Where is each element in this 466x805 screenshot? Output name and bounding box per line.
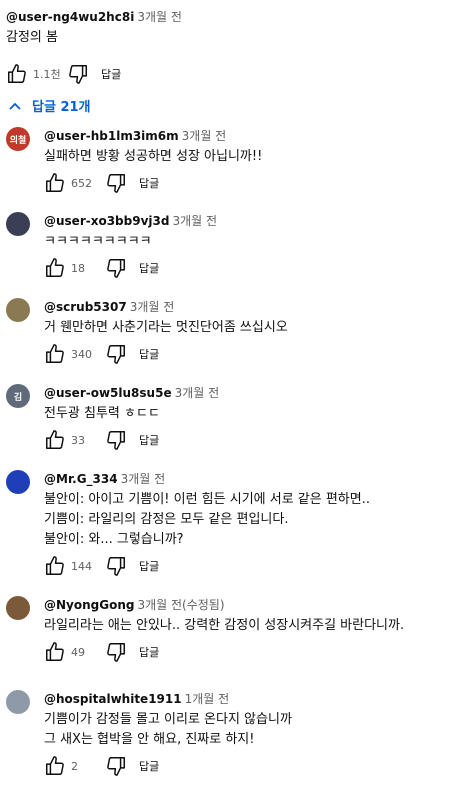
avatar[interactable] [6, 596, 30, 620]
reply-time[interactable]: 3개월 전 [130, 300, 175, 314]
thumbs-down-icon[interactable] [105, 257, 127, 279]
chevron-up-icon [9, 102, 21, 110]
reply-button[interactable]: 답글 [139, 558, 159, 574]
thumbs-up-icon[interactable] [44, 555, 66, 577]
thumbs-down-icon[interactable] [105, 343, 127, 365]
reply-text-line: 불안이: 와... 그렇습니까? [44, 532, 184, 547]
reply-time[interactable]: 3개월 전 [172, 214, 217, 228]
like-count: 49 [71, 645, 85, 659]
reply-text-line: 실패하면 방황 성공하면 성장 아닙니까!! [44, 149, 263, 164]
reply-text-line: 기쁨이가 감정들 몰고 이리로 온다지 않습니까 [44, 712, 292, 727]
like-count: 144 [71, 559, 92, 573]
thumbs-up-icon[interactable] [44, 641, 66, 663]
avatar[interactable] [6, 212, 30, 236]
reply-text-line: 기쁨이: 라일리의 감정은 모두 같은 편입니다. [44, 512, 289, 527]
reply-button[interactable]: 답글 [139, 644, 159, 660]
reply-time[interactable]: 3개월 전(수정됨) [137, 598, 224, 612]
thumbs-down-icon[interactable] [105, 429, 127, 451]
avatar[interactable] [6, 690, 30, 714]
avatar[interactable]: 의철 [6, 127, 30, 151]
avatar[interactable] [6, 470, 30, 494]
replies-toggle-button[interactable]: 답글 21개 [8, 96, 91, 115]
avatar[interactable] [6, 298, 30, 322]
comment-text-line: 감정의 봄 [6, 30, 58, 45]
comment-author[interactable]: @user-ng4wu2hc8i [6, 10, 134, 24]
avatar[interactable]: 김 [6, 384, 30, 408]
reply-text: 불안이: 아이고 기쁨이! 이런 힘든 시기에 서로 같은 편하면.. 기쁨이: … [44, 490, 459, 550]
thumbs-down-icon[interactable] [105, 641, 127, 663]
reply-text: 거 웬만하면 사춘기라는 멋진단어좀 쓰십시오 [44, 318, 459, 338]
reply-text-line: 거 웬만하면 사춘기라는 멋진단어좀 쓰십시오 [44, 320, 288, 335]
reply-actions: 340 답글 [44, 342, 459, 366]
reply-text-line: 전두광 침투력 ㅎㄷㄷ [44, 406, 160, 421]
reply-button[interactable]: 답글 [139, 260, 159, 276]
thumbs-down-icon[interactable] [105, 172, 127, 194]
reply-button[interactable]: 답글 [139, 175, 159, 191]
reply-actions: 33 답글 [44, 428, 459, 452]
reply-text-line: ㅋㅋㅋㅋㅋㅋㅋㅋㅋ [44, 234, 152, 249]
reply-author[interactable]: @NyongGong [44, 598, 134, 612]
reply-author[interactable]: @Mr.G_334 [44, 472, 118, 486]
like-count: 33 [71, 433, 85, 447]
reply-time[interactable]: 3개월 전 [121, 472, 166, 486]
like-count: 1.1천 [33, 68, 61, 81]
replies-count-label: 답글 21개 [32, 100, 91, 115]
thumbs-up-icon[interactable] [44, 755, 66, 777]
reply-actions: 144 답글 [44, 554, 459, 578]
reply-button[interactable]: 답글 [101, 66, 121, 82]
reply-author[interactable]: @user-hb1lm3im6m [44, 129, 179, 143]
thumbs-up-icon[interactable] [6, 63, 28, 85]
thumbs-down-icon[interactable] [105, 755, 127, 777]
reply-text: 라일리라는 애는 안있나.. 강력한 감정이 성장시켜주길 바란다니까. [44, 616, 459, 636]
reply-author[interactable]: @scrub5307 [44, 300, 127, 314]
reply-author[interactable]: @user-xo3bb9vj3d [44, 214, 169, 228]
reply-button[interactable]: 답글 [139, 432, 159, 448]
reply-time[interactable]: 1개월 전 [185, 692, 230, 706]
like-count: 652 [71, 176, 92, 190]
comment-text: 감정의 봄 [6, 28, 461, 48]
reply-author[interactable]: @user-ow5lu8su5e [44, 386, 172, 400]
reply-time[interactable]: 3개월 전 [182, 129, 227, 143]
like-count: 340 [71, 347, 92, 361]
reply-text: ㅋㅋㅋㅋㅋㅋㅋㅋㅋ [44, 232, 459, 252]
reply-author[interactable]: @hospitalwhite1911 [44, 692, 182, 706]
reply-text-line: 라일리라는 애는 안있나.. 강력한 감정이 성장시켜주길 바란다니까. [44, 618, 405, 633]
reply-text-line: 불안이: 아이고 기쁨이! 이런 힘든 시기에 서로 같은 편하면.. [44, 492, 370, 507]
thumbs-up-icon[interactable] [44, 257, 66, 279]
thumbs-down-icon[interactable] [105, 555, 127, 577]
reply-actions: 18 답글 [44, 256, 459, 280]
reply-text-line: 그 새X는 협박을 안 해요, 진짜로 하지! [44, 732, 255, 747]
reply-actions: 652 답글 [44, 171, 459, 195]
reply-button[interactable]: 답글 [139, 346, 159, 362]
reply-actions: 2 답글 [44, 754, 459, 778]
reply-text: 실패하면 방황 성공하면 성장 아닙니까!! [44, 147, 459, 167]
like-count: 18 [71, 261, 85, 275]
reply-button[interactable]: 답글 [139, 758, 159, 774]
like-count: 2 [71, 759, 78, 773]
thumbs-up-icon[interactable] [44, 429, 66, 451]
thumbs-up-icon[interactable] [44, 343, 66, 365]
comment-time[interactable]: 3개월 전 [137, 10, 182, 24]
thumbs-up-icon[interactable] [44, 172, 66, 194]
thumbs-down-icon[interactable] [67, 63, 89, 85]
comment-actions: 1.1천 답글 [6, 62, 461, 86]
reply-text: 전두광 침투력 ㅎㄷㄷ [44, 404, 459, 424]
reply-actions: 49 답글 [44, 640, 459, 664]
reply-time[interactable]: 3개월 전 [175, 386, 220, 400]
top-comment: @user-ng4wu2hc8i 3개월 전 감정의 봄 1.1천 답글 [6, 8, 461, 86]
reply-text: 기쁨이가 감정들 몰고 이리로 온다지 않습니까그 새X는 협박을 안 해요, … [44, 710, 459, 750]
